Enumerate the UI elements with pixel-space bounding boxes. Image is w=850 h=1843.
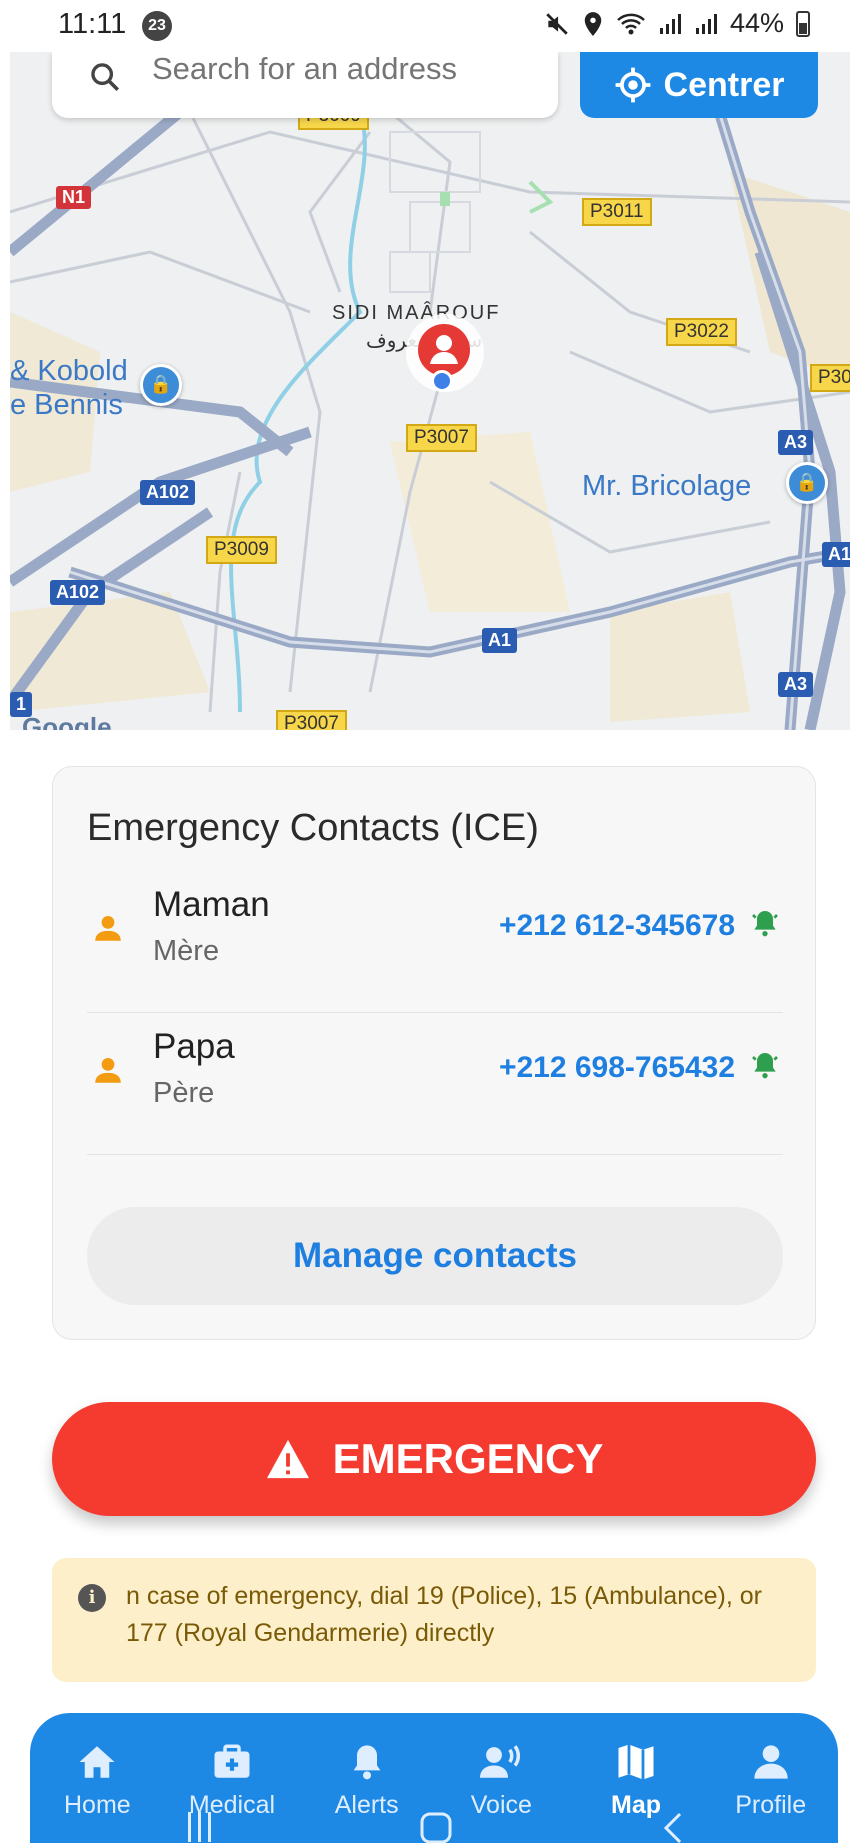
signal-icon-2 bbox=[695, 13, 717, 34]
emergency-label: EMERGENCY bbox=[332, 1435, 604, 1482]
profile-icon bbox=[754, 1745, 788, 1779]
contact-row[interactable]: Papa Père +212 698-765432 bbox=[87, 1013, 783, 1155]
contact-phone-link[interactable]: +212 612-345678 bbox=[499, 909, 735, 943]
road-label-a1: A1 bbox=[482, 628, 518, 653]
warning-icon bbox=[266, 1439, 309, 1479]
current-position-dot bbox=[431, 370, 453, 392]
google-logo: Google bbox=[22, 712, 112, 730]
home-system-icon[interactable] bbox=[420, 1812, 452, 1843]
poi-shopping-pin-icon-2[interactable]: 🔒 bbox=[786, 462, 828, 504]
bell-icon bbox=[353, 1745, 381, 1780]
poi-bricolage-label[interactable]: Mr. Bricolage bbox=[582, 470, 751, 503]
poi-shopping-pin-icon[interactable]: 🔒 bbox=[140, 364, 182, 406]
road-label-p3011: P3011 bbox=[582, 198, 652, 226]
status-time: 11:11 bbox=[58, 8, 127, 40]
mute-icon bbox=[546, 12, 568, 35]
poi-kobold-label[interactable]: & Kobold e Bennis bbox=[10, 354, 140, 422]
road-label-a102-upper: A102 bbox=[140, 480, 196, 505]
battery-percent: 44% bbox=[729, 8, 784, 38]
contact-phone-link[interactable]: +212 698-765432 bbox=[499, 1051, 735, 1085]
contact-name: Papa bbox=[153, 1027, 235, 1066]
status-icons: 44% bbox=[544, 8, 810, 39]
address-search-bar[interactable] bbox=[52, 52, 558, 118]
crosshair-icon bbox=[615, 67, 650, 103]
contact-relation: Mère bbox=[153, 935, 220, 967]
map-view[interactable]: P3009 P3011 P3022 P30 P3007 P3009 P3007 … bbox=[10, 52, 850, 730]
manage-contacts-button[interactable]: Manage contacts bbox=[87, 1207, 783, 1305]
place-label-sidi-maarouf: SIDI MAÂROUF bbox=[332, 302, 501, 324]
road-label-p3022: P3022 bbox=[666, 318, 737, 346]
voice-icon bbox=[480, 1745, 521, 1778]
contact-name: Maman bbox=[153, 885, 270, 924]
map-icon bbox=[618, 1744, 654, 1780]
contact-row[interactable]: Maman Mère +212 612-345678 bbox=[87, 871, 783, 1013]
info-icon: i bbox=[78, 1584, 106, 1612]
location-icon bbox=[584, 11, 602, 36]
status-bar: 11:11 23 44% bbox=[0, 0, 850, 52]
wifi-icon bbox=[617, 13, 645, 34]
home-icon bbox=[79, 1746, 115, 1778]
road-label-a1-right: A1 bbox=[822, 542, 850, 567]
info-banner: i n case of emergency, dial 19 (Police),… bbox=[52, 1558, 816, 1682]
centrer-label: Centrer bbox=[663, 65, 785, 104]
address-search-input[interactable] bbox=[152, 52, 552, 94]
battery-icon bbox=[796, 10, 810, 37]
back-icon[interactable] bbox=[663, 1812, 682, 1843]
road-label-p3007-bottom: P3007 bbox=[276, 710, 347, 730]
info-text: n case of emergency, dial 19 (Police), 1… bbox=[126, 1582, 762, 1647]
road-label-a102-lower: A102 bbox=[50, 580, 106, 605]
emergency-contacts-title: Emergency Contacts (ICE) bbox=[87, 807, 539, 849]
search-icon bbox=[91, 63, 120, 92]
signal-icon bbox=[659, 13, 681, 34]
road-label-p3007: P3007 bbox=[406, 424, 477, 452]
road-label-p3009-bottom: P3009 bbox=[206, 536, 277, 564]
notification-count-badge: 23 bbox=[142, 11, 172, 41]
contact-relation: Père bbox=[153, 1077, 215, 1109]
alert-bell-icon[interactable] bbox=[749, 1049, 781, 1081]
road-label-a3-lower: A3 bbox=[778, 672, 814, 697]
road-label-p30: P30 bbox=[810, 364, 850, 392]
person-icon bbox=[95, 915, 121, 941]
person-icon bbox=[95, 1057, 121, 1083]
emergency-button[interactable]: EMERGENCY bbox=[52, 1402, 816, 1516]
centrer-button[interactable]: Centrer bbox=[580, 52, 818, 118]
road-label-n1: N1 bbox=[56, 186, 92, 209]
emergency-contacts-card: Emergency Contacts (ICE) Maman Mère +212… bbox=[52, 766, 816, 1340]
person-marker-icon bbox=[418, 324, 470, 376]
medical-kit-icon bbox=[214, 1744, 250, 1778]
recent-apps-icon[interactable] bbox=[188, 1812, 211, 1842]
system-navigation-bar bbox=[188, 1812, 682, 1843]
road-label-a3-upper: A3 bbox=[778, 430, 814, 455]
alert-bell-icon[interactable] bbox=[749, 907, 781, 939]
